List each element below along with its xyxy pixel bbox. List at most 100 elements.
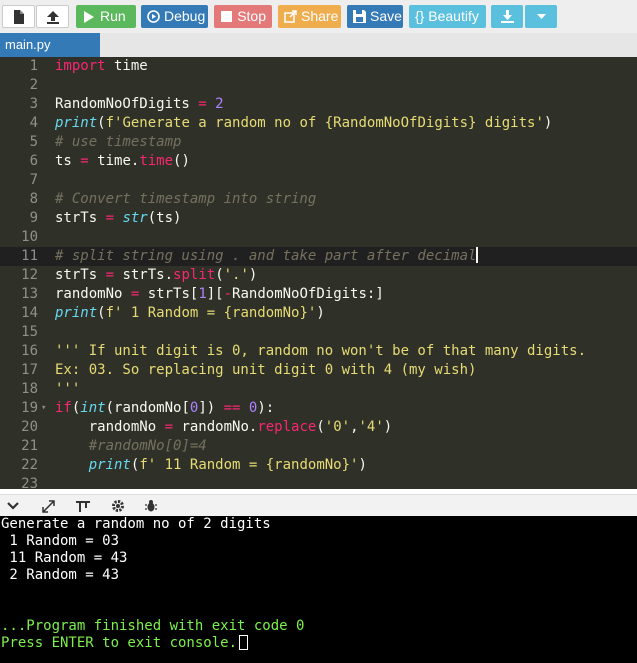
upload-icon: [46, 10, 60, 24]
save-button[interactable]: Save: [347, 5, 403, 28]
console-cursor: [239, 635, 249, 650]
code-line[interactable]: 3 RandomNoOfDigits = 2: [0, 95, 637, 114]
line-number: 7: [29, 172, 38, 188]
code-line[interactable]: 7: [0, 171, 637, 190]
code-text: RandomNoOfDigits = 2: [55, 96, 224, 112]
code-text: ts = time.time(): [55, 153, 190, 169]
run-label: Run: [100, 8, 126, 24]
code-text: randomNo = randomNo.replace('0','4'): [55, 419, 393, 435]
code-text: if(int(randomNo[0]) == 0):: [55, 400, 275, 416]
console-line: 2 Random = 43: [1, 567, 120, 583]
line-number: 8: [29, 191, 38, 207]
play-icon: [82, 10, 96, 24]
line-number: 14: [21, 305, 38, 321]
console-line: 11 Random = 43: [1, 550, 128, 566]
code-line[interactable]: 19 ▾ if(int(randomNo[0]) == 0):: [0, 399, 637, 418]
code-text: print(f'Generate a random no of {RandomN…: [55, 115, 553, 131]
code-line[interactable]: 9 strTs = str(ts): [0, 209, 637, 228]
tab-main-py[interactable]: main.py: [0, 33, 100, 57]
expand-icon[interactable]: [40, 498, 56, 514]
line-number: 5: [29, 134, 38, 150]
code-line[interactable]: 14 print(f' 1 Random = {randomNo}'): [0, 304, 637, 323]
code-line[interactable]: 16 ''' If unit digit is 0, random no won'…: [0, 342, 637, 361]
open-file-button[interactable]: [36, 5, 69, 28]
line-number: 17: [21, 362, 38, 378]
debug-button[interactable]: Debug: [141, 5, 208, 28]
code-line[interactable]: 17 Ex: 03. So replacing unit digit 0 with…: [0, 361, 637, 380]
code-line[interactable]: 2: [0, 76, 637, 95]
debug-label: Debug: [164, 8, 206, 24]
code-line[interactable]: 20 randomNo = randomNo.replace('0','4'): [0, 418, 637, 437]
line-number: 19: [21, 400, 38, 416]
line-number: 11: [21, 248, 38, 264]
debug-icon: [147, 10, 160, 24]
code-line[interactable]: 23: [0, 475, 637, 489]
beautify-button[interactable]: {} Beautify: [409, 5, 486, 28]
code-text: ''': [55, 381, 81, 397]
code-line[interactable]: 15: [0, 323, 637, 342]
code-text: #randomNo[0]=4: [88, 438, 207, 454]
input-icon[interactable]: [75, 498, 91, 514]
line-number: 20: [21, 419, 38, 435]
code-text: # use timestamp: [55, 134, 182, 150]
run-button[interactable]: Run: [76, 5, 136, 28]
download-button[interactable]: [491, 5, 523, 28]
code-text: Ex: 03. So replacing unit digit 0 with 4…: [55, 362, 477, 378]
console-toolbar: [0, 494, 637, 516]
more-options-dropdown[interactable]: [525, 5, 557, 28]
line-number: 12: [21, 267, 38, 283]
code-text: print(f' 1 Random = {randomNo}'): [55, 305, 325, 321]
code-line[interactable]: 4 print(f'Generate a random no of {Random…: [0, 114, 637, 133]
line-number: 23: [21, 476, 38, 489]
output-console[interactable]: Generate a random no of 2 digits 1 Rando…: [0, 516, 637, 663]
code-text: import time: [55, 58, 148, 74]
line-number: 16: [21, 343, 38, 359]
line-number: 4: [29, 115, 38, 131]
code-line[interactable]: 18 ''': [0, 380, 637, 399]
line-number: 3: [29, 96, 38, 112]
save-label: Save: [370, 8, 402, 24]
code-line[interactable]: 10: [0, 228, 637, 247]
line-number: 2: [29, 77, 38, 93]
gear-icon[interactable]: [110, 498, 126, 514]
line-number: 22: [21, 457, 38, 473]
code-text: strTs = strTs.split('.'): [55, 267, 258, 283]
stop-button[interactable]: Stop: [214, 5, 272, 28]
console-line: 1 Random = 03: [1, 533, 120, 549]
file-icon: [12, 9, 26, 24]
code-line[interactable]: 6 ts = time.time(): [0, 152, 637, 171]
share-icon: [284, 10, 297, 24]
bug-icon[interactable]: [143, 498, 159, 514]
code-line[interactable]: 11 # split string using . and take part a…: [0, 247, 637, 266]
line-number: 13: [21, 286, 38, 302]
press-enter-prompt: Press ENTER to exit console.: [1, 635, 249, 652]
line-number: 15: [21, 324, 38, 340]
code-line[interactable]: 22 print(f' 11 Random = {randomNo}'): [0, 456, 637, 475]
code-text: ''' If unit digit is 0, random no won't …: [55, 343, 587, 359]
line-number: 10: [21, 229, 38, 245]
code-line[interactable]: 5 # use timestamp: [0, 133, 637, 152]
line-number: 21: [21, 438, 38, 454]
new-file-button[interactable]: [2, 5, 35, 28]
tab-bar: main.py: [0, 33, 637, 57]
line-number: 6: [29, 153, 38, 169]
code-line[interactable]: 12 strTs = strTs.split('.'): [0, 266, 637, 285]
stop-label: Stop: [237, 8, 266, 24]
code-editor[interactable]: 1 import time 2 3 RandomNoOfDigits = 2 4 print…: [0, 57, 637, 489]
chevron-down-icon[interactable]: [5, 498, 21, 514]
code-text: # Convert timestamp into string: [55, 191, 317, 207]
share-button[interactable]: Share: [278, 5, 341, 28]
text-cursor: [476, 247, 479, 263]
fold-arrow-icon[interactable]: ▾: [41, 399, 46, 418]
code-text: print(f' 11 Random = {randomNo}'): [88, 457, 367, 473]
line-number: 9: [29, 210, 38, 226]
code-line[interactable]: 1 import time: [0, 57, 637, 76]
code-text: strTs = str(ts): [55, 210, 182, 226]
code-line[interactable]: 21 #randomNo[0]=4: [0, 437, 637, 456]
code-line[interactable]: 13 randomNo = strTs[1][-RandomNoOfDigits:…: [0, 285, 637, 304]
code-line[interactable]: 8 # Convert timestamp into string: [0, 190, 637, 209]
code-text: # split string using . and take part aft…: [55, 247, 479, 264]
beautify-label: {} Beautify: [415, 8, 479, 24]
download-icon: [500, 10, 514, 24]
share-label: Share: [301, 8, 339, 24]
